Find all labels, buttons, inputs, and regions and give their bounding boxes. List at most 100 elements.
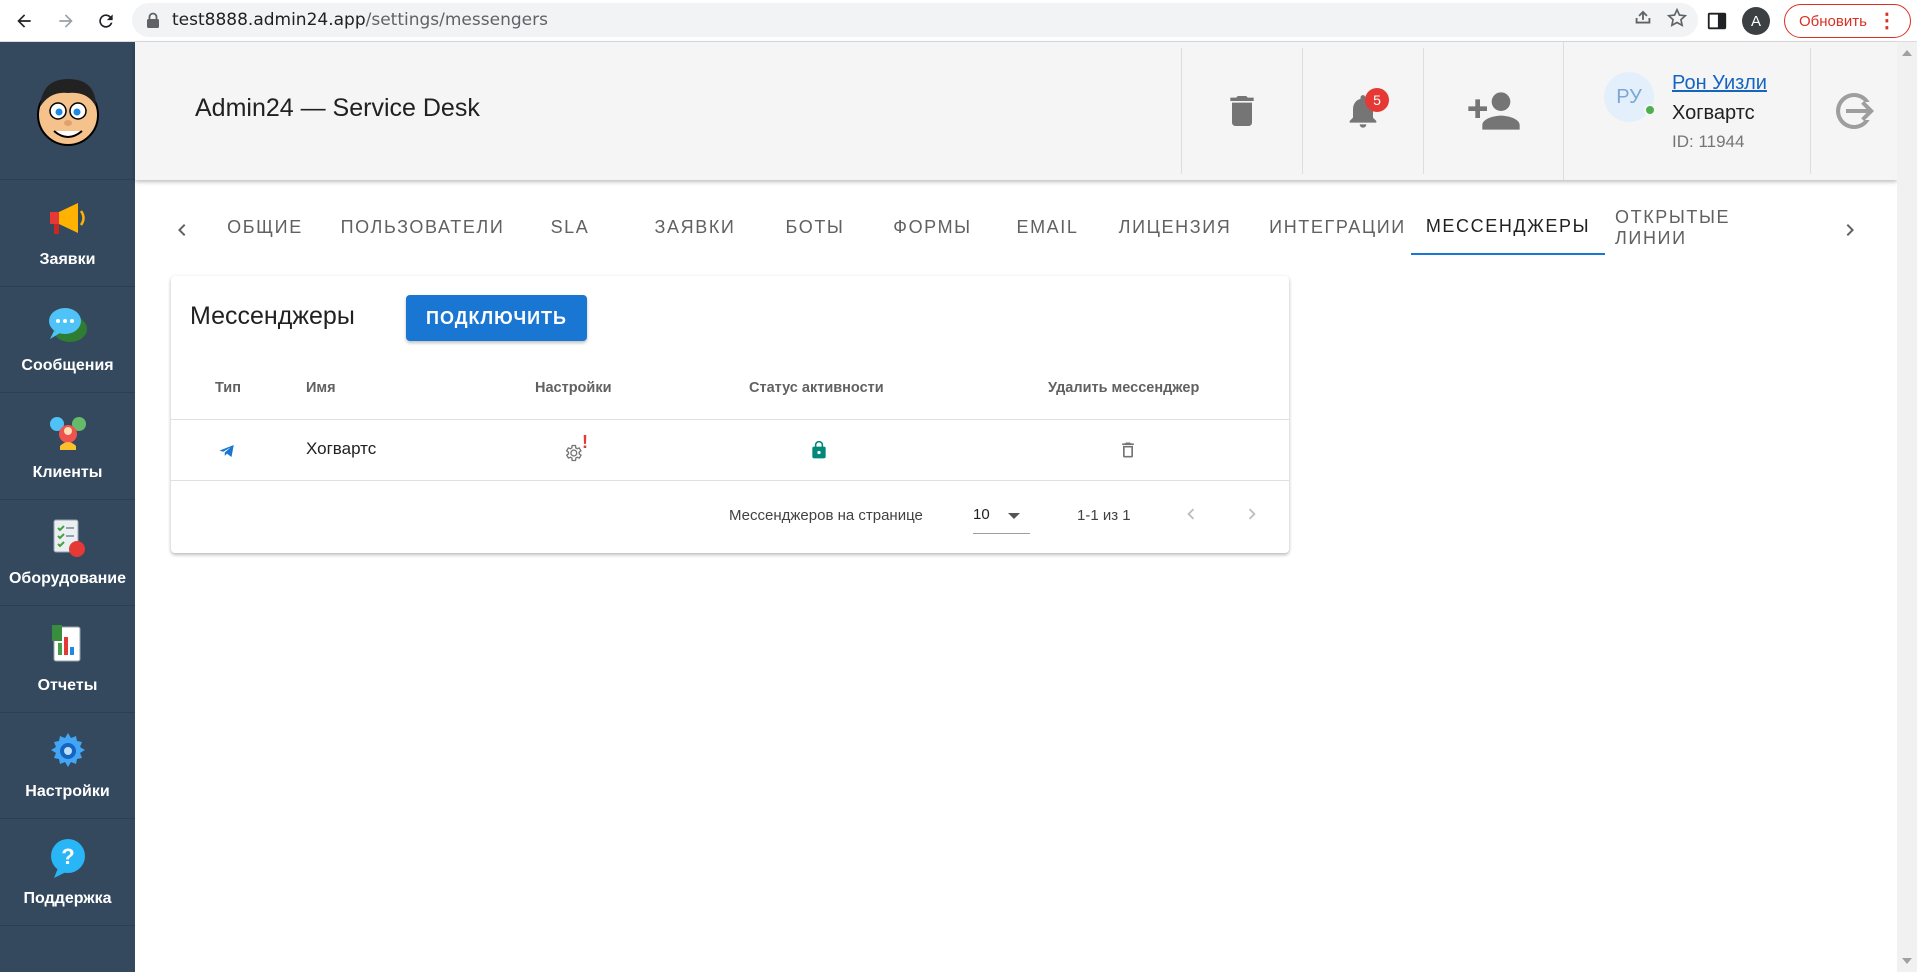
column-header-name[interactable]: Имя xyxy=(306,380,336,396)
tab-email[interactable]: EMAIL xyxy=(1000,200,1095,255)
messenger-name: Хогвартс xyxy=(306,439,377,458)
forward-button[interactable] xyxy=(46,3,86,39)
card-title: Мессенджеры xyxy=(190,302,355,330)
notifications-button[interactable]: 5 xyxy=(1302,48,1423,174)
arrow-left-icon xyxy=(17,14,31,28)
address-bar[interactable]: test8888.admin24.app/settings/messengers xyxy=(132,3,1698,37)
bookmark-star-icon[interactable] xyxy=(1666,7,1688,29)
user-organization: Хогвартс xyxy=(1672,102,1755,124)
logout-icon xyxy=(1836,93,1874,129)
sidebar-item-reports[interactable]: Отчеты xyxy=(0,606,135,713)
trash-icon[interactable] xyxy=(1118,440,1138,460)
avatar-face-icon xyxy=(36,78,99,146)
settings-tabs: ОБЩИЕ ПОЛЬЗОВАТЕЛИ SLA ЗАЯВКИ БОТЫ ФОРМЫ… xyxy=(160,200,1877,256)
user-name-link[interactable]: Рон Уизли xyxy=(1672,72,1767,95)
tab-sla[interactable]: SLA xyxy=(530,200,610,255)
trash-icon xyxy=(1230,96,1254,126)
settings-warning-icon: ! xyxy=(582,432,588,452)
update-browser-button[interactable]: Обновить ⋮ xyxy=(1784,4,1911,38)
tab-open-lines[interactable]: ОТКРЫТЫЕ ЛИНИИ xyxy=(1615,200,1800,255)
sidebar-item-tickets[interactable]: Заявки xyxy=(0,180,135,287)
sidebar-item-settings[interactable]: Настройки xyxy=(0,713,135,819)
tab-license[interactable]: ЛИЦЕНЗИЯ xyxy=(1110,200,1240,255)
tab-tickets[interactable]: ЗАЯВКИ xyxy=(640,200,750,255)
lock-icon[interactable] xyxy=(809,440,829,460)
sidebar-item-messages[interactable]: Сообщения xyxy=(0,287,135,393)
person-add-icon xyxy=(1467,92,1520,130)
tabs-next-button[interactable] xyxy=(1830,210,1870,250)
sidebar-item-support[interactable]: ? Поддержка xyxy=(0,819,135,926)
page-range: 1-1 из 1 xyxy=(1077,507,1131,524)
sidebar-item-label: Оборудование xyxy=(8,570,126,588)
page-title: Admin24 — Service Desk xyxy=(195,94,480,122)
app-header: Admin24 — Service Desk 5 РУ Рон Уизли Хо… xyxy=(135,42,1897,180)
trash-button[interactable] xyxy=(1181,48,1302,174)
column-header-type[interactable]: Тип xyxy=(215,380,241,396)
tab-integrations[interactable]: ИНТЕГРАЦИИ xyxy=(1255,200,1420,255)
scroll-up-icon[interactable] xyxy=(1902,50,1912,56)
help-icon: ? xyxy=(50,838,85,878)
back-button[interactable] xyxy=(4,3,44,39)
reload-icon xyxy=(99,14,113,28)
column-header-delete: Удалить мессенджер xyxy=(1048,380,1200,396)
online-status-dot xyxy=(1644,104,1656,116)
sidebar: Заявки Сообщения Клиенты Оборудование От… xyxy=(0,42,135,972)
tabs-prev-button[interactable] xyxy=(162,210,202,250)
browser-toolbar: test8888.admin24.app/settings/messengers… xyxy=(0,0,1917,42)
sidebar-item-equipment[interactable]: Оборудование xyxy=(0,500,135,606)
sidebar-item-label: Сообщения xyxy=(21,357,114,375)
scroll-down-icon[interactable] xyxy=(1902,958,1912,964)
gear-icon xyxy=(50,733,85,768)
tab-messengers[interactable]: МЕССЕНДЖЕРЫ xyxy=(1411,200,1605,255)
share-icon[interactable] xyxy=(1632,7,1654,29)
per-page-select[interactable]: 10 xyxy=(973,496,1030,534)
prev-page-button[interactable] xyxy=(1173,496,1209,532)
per-page-label: Мессенджеров на странице xyxy=(729,507,923,524)
settings-button[interactable]: ! xyxy=(563,432,593,464)
url-path: /settings/messengers xyxy=(365,10,548,30)
lock-icon xyxy=(147,12,159,28)
chevron-left-icon xyxy=(178,224,186,236)
page-scrollbar[interactable] xyxy=(1897,42,1917,972)
reports-icon xyxy=(51,624,80,662)
column-header-settings: Настройки xyxy=(535,380,612,396)
sidebar-item-label: Заявки xyxy=(39,250,96,268)
per-page-value: 10 xyxy=(973,506,990,523)
sidebar-item-clients[interactable]: Клиенты xyxy=(0,393,135,500)
tab-bots[interactable]: БОТЫ xyxy=(770,200,860,255)
megaphone-icon xyxy=(49,202,85,234)
sidebar-item-label: Отчеты xyxy=(37,676,98,694)
update-label: Обновить xyxy=(1799,12,1867,30)
user-profile: РУ Рон Уизли Хогвартс ID: 11944 xyxy=(1563,42,1810,180)
svg-text:?: ? xyxy=(61,844,74,869)
column-header-status: Статус активности xyxy=(749,380,884,396)
app-logo[interactable] xyxy=(0,42,135,180)
sidebar-item-label: Клиенты xyxy=(32,463,103,481)
chevron-right-icon xyxy=(1846,224,1854,236)
profile-avatar[interactable]: A xyxy=(1742,7,1770,35)
connect-button[interactable]: ПОДКЛЮЧИТЬ xyxy=(406,295,587,341)
chevron-right-icon xyxy=(1248,508,1256,520)
next-page-button[interactable] xyxy=(1234,496,1270,532)
table-row: Хогвартс ! xyxy=(171,420,1289,480)
telegram-icon xyxy=(219,445,234,457)
arrow-right-icon xyxy=(59,14,73,28)
add-user-button[interactable] xyxy=(1423,48,1563,174)
reload-button[interactable] xyxy=(86,3,126,39)
sidebar-item-label: Поддержка xyxy=(23,889,112,907)
side-panel-icon[interactable] xyxy=(1706,10,1728,32)
sidebar-item-label: Настройки xyxy=(25,783,110,801)
notifications-badge: 5 xyxy=(1365,88,1389,112)
tab-general[interactable]: ОБЩИЕ xyxy=(215,200,315,255)
url-host: test8888.admin24.app xyxy=(172,10,366,30)
chevron-left-icon xyxy=(1187,508,1195,520)
tab-users[interactable]: ПОЛЬЗОВАТЕЛИ xyxy=(335,200,510,255)
chevron-down-icon xyxy=(1008,513,1020,519)
messengers-card: Мессенджеры ПОДКЛЮЧИТЬ Тип Имя Настройки… xyxy=(171,276,1289,553)
logout-button[interactable] xyxy=(1810,48,1897,174)
more-vert-icon: ⋮ xyxy=(1876,10,1897,32)
clients-icon xyxy=(49,416,86,450)
tab-forms[interactable]: ФОРМЫ xyxy=(880,200,985,255)
user-id: ID: 11944 xyxy=(1672,132,1745,151)
gear-icon xyxy=(565,444,582,462)
